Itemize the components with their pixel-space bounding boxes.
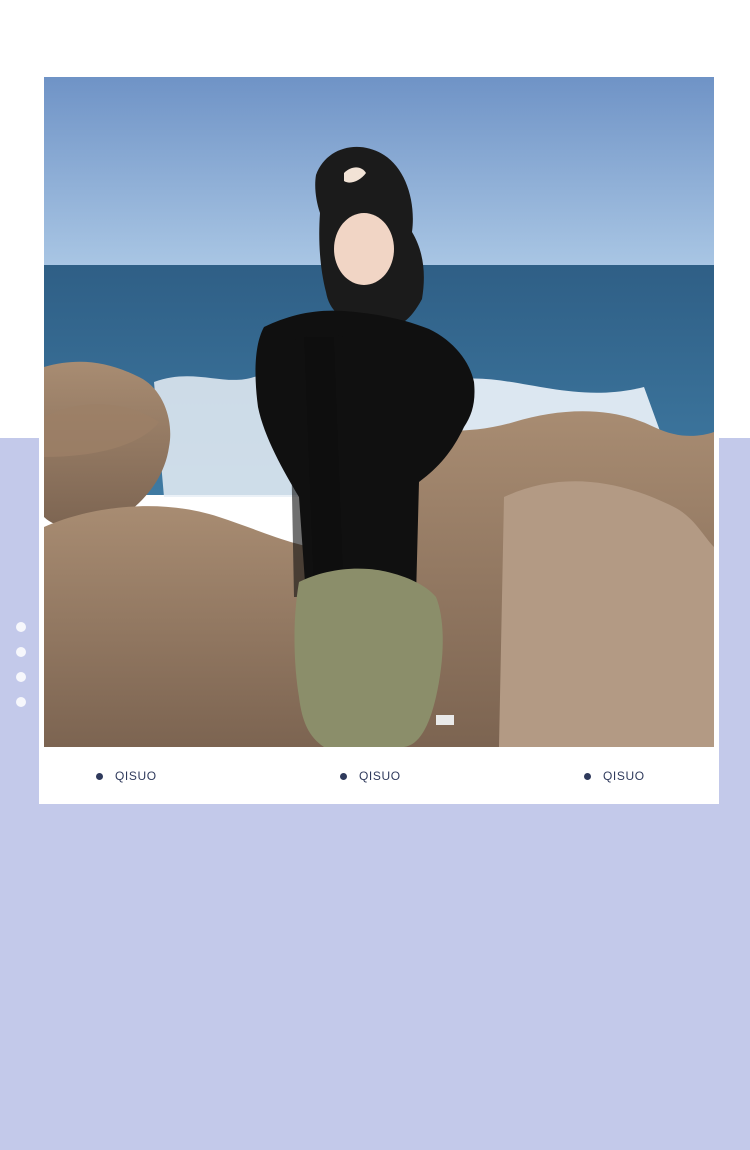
pager-dots <box>16 622 26 712</box>
pager-dot[interactable] <box>16 647 26 657</box>
brand-tag-row: QISUO QISUO QISUO <box>39 764 719 788</box>
brand-tag: QISUO <box>340 764 401 788</box>
product-photo <box>44 77 714 747</box>
pager-dot[interactable] <box>16 622 26 632</box>
brand-tag: QISUO <box>96 764 157 788</box>
brand-dot-icon <box>340 772 347 780</box>
pager-dot[interactable] <box>16 672 26 682</box>
pager-dot[interactable] <box>16 697 26 707</box>
brand-label: QISUO <box>359 769 401 783</box>
brand-label: QISUO <box>115 769 157 783</box>
brand-dot-icon <box>96 772 103 780</box>
brand-tag: QISUO <box>584 764 645 788</box>
product-photo-card: QISUO QISUO QISUO <box>39 76 719 804</box>
brand-dot-icon <box>584 772 591 780</box>
brand-label: QISUO <box>603 769 645 783</box>
